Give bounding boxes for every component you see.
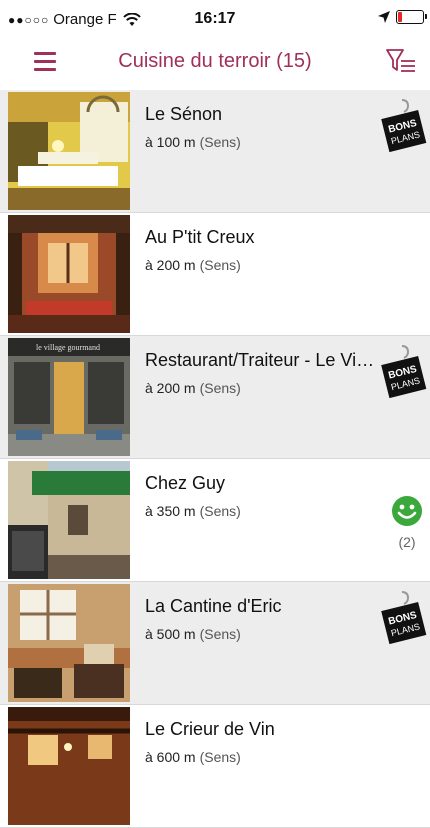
bons-plans-icon: BONS PLANS	[381, 345, 427, 399]
bons-plans-icon: BONS PLANS	[381, 591, 427, 645]
restaurant-distance: à 200 m (Sens)	[145, 257, 241, 273]
restaurant-photo	[8, 584, 130, 702]
restaurant-name: Le Sénon	[145, 104, 223, 124]
distance-value: à 200 m	[145, 257, 196, 273]
restaurant-name: Chez Guy	[145, 473, 226, 493]
restaurant-name: Restaurant/Traiteur - Le Village Gourman…	[145, 350, 375, 370]
page-title: Cuisine du terroir (15)	[118, 50, 312, 72]
restaurant-distance: à 200 m (Sens)	[145, 380, 241, 396]
restaurant-name: Au P'tit Creux	[145, 227, 255, 247]
distance-value: à 350 m	[145, 503, 196, 519]
restaurant-name: La Cantine d'Eric	[145, 596, 282, 616]
distance-value: à 500 m	[145, 626, 196, 642]
town-name: (Sens)	[199, 503, 241, 519]
list-item[interactable]: le village gourmand Restaurant/Traiteur …	[0, 336, 430, 459]
restaurant-distance: à 350 m (Sens)	[145, 503, 241, 519]
list-item[interactable]: Au P'tit Creux à 200 m (Sens)	[0, 213, 430, 336]
clock: 16:17	[194, 10, 236, 27]
smiley-icon	[392, 496, 422, 526]
filter-list-icon[interactable]	[386, 48, 416, 76]
rating-badge: (2)	[390, 495, 424, 550]
distance-value: à 200 m	[145, 380, 196, 396]
status-bar: ●●○○○ Orange F 16:17	[0, 0, 430, 36]
restaurant-photo	[8, 461, 130, 579]
location-arrow-icon	[378, 11, 390, 23]
restaurant-photo	[8, 215, 130, 333]
town-name: (Sens)	[199, 380, 241, 396]
town-name: (Sens)	[199, 257, 241, 273]
list-item[interactable]: La Cantine d'Eric à 500 m (Sens) BONS PLA…	[0, 582, 430, 705]
storefront-sign: le village gourmand	[36, 343, 100, 352]
rating-count: (2)	[398, 534, 416, 550]
restaurant-photo	[8, 92, 130, 210]
restaurant-distance: à 100 m (Sens)	[145, 134, 241, 150]
restaurant-photo: le village gourmand	[8, 338, 130, 456]
distance-value: à 100 m	[145, 134, 196, 150]
restaurant-name: Le Crieur de Vin	[145, 719, 275, 739]
list-item[interactable]: Chez Guy à 350 m (Sens) (2)	[0, 459, 430, 582]
restaurant-list: Le Sénon à 100 m (Sens) BONS PLANS Au P'…	[0, 90, 430, 828]
status-right	[378, 10, 427, 24]
battery-icon	[396, 10, 427, 24]
battery-level	[398, 12, 402, 22]
list-item[interactable]: Le Crieur de Vin à 600 m (Sens)	[0, 705, 430, 828]
bons-plans-icon: BONS PLANS	[381, 99, 427, 153]
restaurant-distance: à 500 m (Sens)	[145, 626, 241, 642]
list-item[interactable]: Le Sénon à 100 m (Sens) BONS PLANS	[0, 90, 430, 213]
nav-header: Cuisine du terroir (15)	[0, 36, 430, 90]
restaurant-photo	[8, 707, 130, 825]
town-name: (Sens)	[199, 134, 241, 150]
town-name: (Sens)	[199, 626, 241, 642]
